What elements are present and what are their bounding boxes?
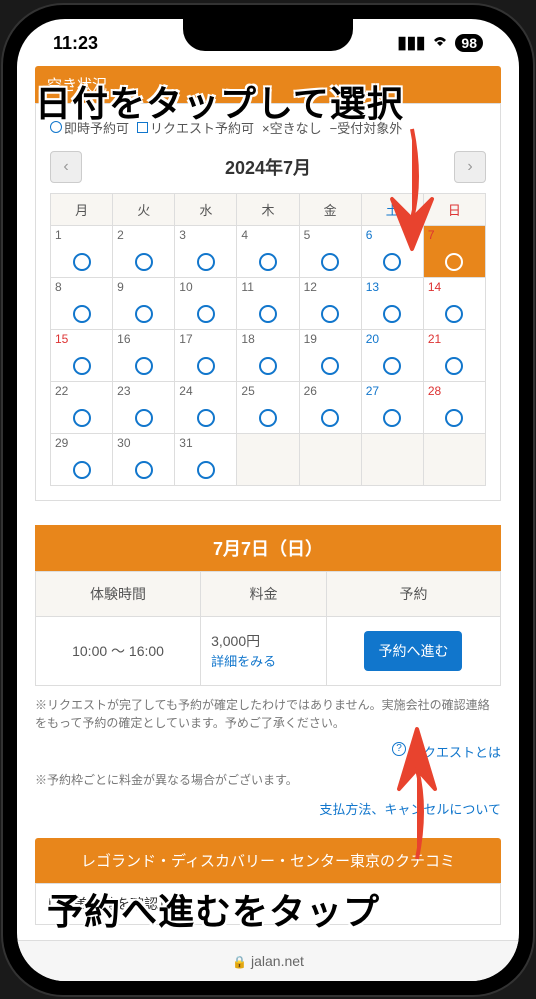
calendar-cell[interactable]: 25	[237, 381, 299, 433]
battery-indicator: 98	[455, 34, 483, 52]
month-nav: ‹ 2024年7月 ›	[50, 151, 486, 183]
detail-link[interactable]: 詳細をみる	[211, 651, 316, 670]
calendar-cell[interactable]: 20	[361, 329, 423, 381]
book-button[interactable]: 予約へ進む	[364, 631, 462, 671]
wifi-icon	[431, 33, 449, 53]
calendar-cell[interactable]: 5	[299, 225, 361, 277]
calendar-cell[interactable]: 28	[423, 381, 485, 433]
th-price: 料金	[201, 571, 327, 616]
calendar-cell[interactable]: 21	[423, 329, 485, 381]
calendar-table: 月火水木金土日 12345678910111213141516171819202…	[50, 193, 486, 486]
calendar-cell[interactable]: 26	[299, 381, 361, 433]
calendar-cell[interactable]: 29	[51, 433, 113, 485]
lock-icon: 🔒	[232, 955, 247, 969]
weekday-header: 月	[51, 193, 113, 225]
next-month-button[interactable]: ›	[454, 151, 486, 183]
bottom-panel: レゴ美術館を確認し	[35, 883, 501, 925]
calendar-cell[interactable]: 31	[175, 433, 237, 485]
calendar-cell[interactable]: 19	[299, 329, 361, 381]
calendar-cell[interactable]: 1	[51, 225, 113, 277]
phone-frame: 11:23 ▮▮▮ 98 日付をタップして選択 空き状況 即時予約可 リクエスト…	[3, 5, 533, 995]
calendar-cell[interactable]: 4	[237, 225, 299, 277]
calendar-cell	[361, 433, 423, 485]
signal-icon: ▮▮▮	[397, 33, 425, 53]
calendar-cell[interactable]: 6	[361, 225, 423, 277]
calendar-cell[interactable]: 23	[113, 381, 175, 433]
th-reserve: 予約	[326, 571, 500, 616]
calendar-cell	[237, 433, 299, 485]
calendar-cell[interactable]: 10	[175, 277, 237, 329]
notch	[183, 19, 353, 51]
square-icon	[137, 122, 148, 133]
section-header: 空き状況	[35, 66, 501, 103]
status-time: 11:23	[53, 33, 98, 54]
weekday-header: 水	[175, 193, 237, 225]
calendar-cell[interactable]: 2	[113, 225, 175, 277]
calendar-cell[interactable]: 9	[113, 277, 175, 329]
td-reserve: 予約へ進む	[326, 616, 500, 685]
calendar-cell[interactable]: 13	[361, 277, 423, 329]
calendar-cell[interactable]: 24	[175, 381, 237, 433]
payment-info-link[interactable]: 支払方法、キャンセルについて	[35, 799, 501, 818]
td-price: 3,000円 詳細をみる	[201, 616, 327, 685]
request-info-link[interactable]: ?リクエストとは	[35, 742, 501, 761]
td-time: 10:00 ～ 16:00	[36, 616, 201, 685]
calendar-cell	[423, 433, 485, 485]
calendar-cell[interactable]: 3	[175, 225, 237, 277]
legend: 即時予約可 リクエスト予約可 ×空きなし −受付対象外	[50, 118, 486, 137]
calendar-cell[interactable]: 11	[237, 277, 299, 329]
calendar-cell[interactable]: 16	[113, 329, 175, 381]
prev-month-button[interactable]: ‹	[50, 151, 82, 183]
status-right: ▮▮▮ 98	[397, 33, 483, 53]
weekday-header: 土	[361, 193, 423, 225]
weekday-header: 火	[113, 193, 175, 225]
calendar-cell[interactable]: 27	[361, 381, 423, 433]
calendar-cell[interactable]: 18	[237, 329, 299, 381]
weekday-header: 金	[299, 193, 361, 225]
calendar-cell[interactable]: 7	[423, 225, 485, 277]
phone-screen: 11:23 ▮▮▮ 98 日付をタップして選択 空き状況 即時予約可 リクエスト…	[17, 19, 519, 981]
selected-date-header: 7月7日（日）	[35, 525, 501, 571]
th-time: 体験時間	[36, 571, 201, 616]
note-2: ※予約枠ごとに料金が異なる場合がございます。	[35, 771, 501, 789]
booking-table: 体験時間 料金 予約 10:00 ～ 16:00 3,000円 詳細をみる 予約…	[35, 571, 501, 686]
calendar-cell[interactable]: 22	[51, 381, 113, 433]
calendar-cell[interactable]: 17	[175, 329, 237, 381]
note-1: ※リクエストが完了しても予約が確定したわけではありません。実施会社の確認連絡をも…	[35, 696, 501, 732]
calendar-cell	[299, 433, 361, 485]
calendar-cell[interactable]: 15	[51, 329, 113, 381]
review-header: レゴランド・ディスカバリー・センター東京のクチコミ	[35, 838, 501, 883]
calendar-container: 即時予約可 リクエスト予約可 ×空きなし −受付対象外 ‹ 2024年7月 › …	[35, 103, 501, 501]
circle-icon	[50, 121, 62, 133]
weekday-header: 日	[423, 193, 485, 225]
calendar-cell[interactable]: 8	[51, 277, 113, 329]
month-title: 2024年7月	[225, 154, 311, 180]
weekday-header: 木	[237, 193, 299, 225]
calendar-cell[interactable]: 14	[423, 277, 485, 329]
calendar-cell[interactable]: 30	[113, 433, 175, 485]
url-bar[interactable]: 🔒jalan.net	[17, 940, 519, 981]
calendar-cell[interactable]: 12	[299, 277, 361, 329]
